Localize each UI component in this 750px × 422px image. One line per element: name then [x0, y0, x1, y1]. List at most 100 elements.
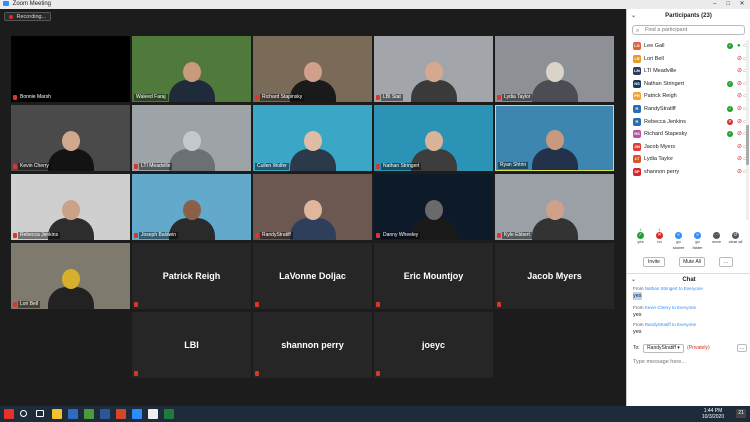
recording-indicator[interactable]: Recording...	[4, 12, 52, 21]
feedback-clear-all[interactable]: ↺ clear all	[728, 227, 743, 245]
mic-muted-icon[interactable]: ⊘	[737, 131, 742, 137]
chat-sender-name[interactable]: Kevin Cherry	[645, 305, 671, 310]
participant-row[interactable]: RRebecca Jenkins✕⊘▭	[627, 116, 750, 129]
body-shape	[168, 149, 215, 171]
mic-muted-icon	[134, 302, 138, 307]
video-tile[interactable]: Lori Bell	[11, 243, 130, 309]
participant-row[interactable]: LBLori Bell⊘▭	[627, 53, 750, 66]
head-shape	[303, 62, 322, 82]
video-tile[interactable]: Joseph Baldwin	[132, 174, 251, 240]
video-tile[interactable]: Rebecca Jenkins	[11, 174, 130, 240]
mic-muted-icon[interactable]: ⊘	[737, 56, 742, 62]
file-explorer-icon[interactable]	[52, 409, 62, 419]
chevron-down-icon[interactable]: ⌄	[631, 9, 636, 23]
video-tile[interactable]: Jacob Myers	[495, 243, 614, 309]
participant-row[interactable]: RSRichard Stapesky✓⊘▭	[627, 128, 750, 141]
mic-muted-icon[interactable]: ⊘	[737, 106, 742, 112]
windows-icon[interactable]	[4, 409, 14, 419]
feedback-yes[interactable]: 1 ✓ yes	[633, 227, 648, 245]
chat-more-button[interactable]: ...	[736, 344, 747, 352]
notification-count-badge[interactable]: 21	[736, 409, 746, 418]
mic-muted-icon[interactable]: ⊘	[737, 68, 742, 74]
participant-row[interactable]: SPshannon perry⊘▭	[627, 166, 750, 179]
chat-message-input[interactable]	[633, 356, 747, 368]
zoom-icon[interactable]	[132, 409, 142, 419]
participant-row[interactable]: RRandyStratiff✓⊘▭	[627, 103, 750, 116]
body-shape	[531, 218, 578, 240]
participant-search-input[interactable]: ⌕ Find a participant	[632, 25, 745, 35]
mic-muted-icon[interactable]: ⊘	[737, 119, 742, 125]
feedback-no[interactable]: 1 ✕ no	[652, 227, 667, 245]
video-tile[interactable]: shannon perry	[253, 312, 372, 378]
participant-name: Lydia Taylor	[644, 156, 674, 163]
mic-muted-icon	[376, 164, 380, 169]
video-tile[interactable]: Danny Wheeley	[374, 174, 493, 240]
taskbar-clock[interactable]: 1:44 PM 10/3/2020	[696, 408, 730, 420]
video-tile[interactable]: Eric Mountjoy	[374, 243, 493, 309]
chat-sender-name[interactable]: RandyStratiff	[645, 322, 671, 327]
maximize-button[interactable]: □	[722, 0, 734, 9]
mic-muted-icon	[255, 95, 259, 100]
tile-name-label: Lori Bell	[18, 301, 41, 308]
mic-muted-icon[interactable]: ⊘	[737, 81, 742, 87]
feedback-go-faster[interactable]: » go faster	[690, 227, 705, 251]
photos-icon[interactable]	[148, 409, 158, 419]
participant-row[interactable]: JMJacob Myers⊘▭	[627, 141, 750, 154]
word-icon[interactable]	[100, 409, 110, 419]
video-tile[interactable]: Kyle Ebbert	[495, 174, 614, 240]
no-x-icon: ✕	[727, 118, 733, 125]
video-tile[interactable]: Ryan Shtrin	[495, 105, 614, 171]
mic-on-icon[interactable]: ●	[737, 43, 741, 49]
mute-all-button[interactable]: Mute All	[679, 257, 705, 267]
video-tile[interactable]: LaVonne Doljac	[253, 243, 372, 309]
task-view-icon[interactable]	[36, 410, 44, 417]
feedback-go-slower[interactable]: «go slower	[671, 227, 686, 251]
video-tile[interactable]: Patrick Reigh	[132, 243, 251, 309]
mic-muted-icon[interactable]: ⊘	[737, 156, 742, 162]
minimize-button[interactable]: –	[709, 0, 721, 9]
video-tile[interactable]: LBI	[132, 312, 251, 378]
tile-name-label: Bonnie Marsh	[18, 94, 53, 101]
scrollbar-thumb[interactable]	[746, 125, 749, 165]
mic-muted-icon	[134, 371, 138, 376]
video-tile[interactable]: Lydia Taylor	[495, 36, 614, 102]
participant-row[interactable]: NSNathan Stringert✓⊘▭	[627, 78, 750, 91]
video-tile[interactable]: RandyStratiff	[253, 174, 372, 240]
video-tile[interactable]: LBI Stat	[374, 36, 493, 102]
participant-row[interactable]: LTLydia Taylor⊘▭	[627, 153, 750, 166]
video-tile[interactable]: Kevin Cherry	[11, 105, 130, 171]
avatar: R	[633, 117, 641, 126]
video-tile[interactable]: Bonnie Marsh	[11, 36, 130, 102]
participant-row[interactable]: LGLee Gall✓●▭	[627, 40, 750, 53]
chat-sender-name[interactable]: Nathan Stringert	[645, 286, 678, 291]
powerpoint-icon[interactable]	[116, 409, 126, 419]
close-button[interactable]: ✕	[736, 0, 748, 9]
feedback-icon: ⋯	[713, 232, 720, 239]
feedback-more[interactable]: ⋯ more	[709, 227, 724, 245]
mic-muted-icon[interactable]: ⊘	[737, 93, 742, 99]
mail-icon[interactable]	[68, 409, 78, 419]
chrome-icon[interactable]	[84, 409, 94, 419]
mic-muted-icon[interactable]: ⊘	[737, 144, 742, 150]
video-gallery: Recording... Bonnie Marsh Waleed Faraj Ric…	[0, 9, 626, 406]
video-tile[interactable]: joeyc	[374, 312, 493, 378]
chat-to-label: To:	[633, 345, 640, 351]
video-tile[interactable]: Cullen Wolfer	[253, 105, 372, 171]
invite-button[interactable]: Invite	[643, 257, 665, 267]
mic-muted-icon	[134, 233, 138, 238]
mic-muted-icon[interactable]: ⊘	[737, 169, 742, 175]
excel-icon[interactable]	[164, 409, 174, 419]
search-icon[interactable]	[20, 410, 27, 417]
body-shape	[531, 148, 578, 170]
participant-row[interactable]: PRPatrick Reigh⊘▭	[627, 90, 750, 103]
chat-recipient-select[interactable]: RandyStratiff ▾	[643, 344, 684, 353]
video-tile[interactable]: Richard Stapinsky	[253, 36, 372, 102]
head-shape	[303, 131, 322, 151]
participant-row[interactable]: LMLTI Meadville⊘▭	[627, 65, 750, 78]
video-tile[interactable]: Waleed Faraj	[132, 36, 251, 102]
participant-scrollbar[interactable]	[746, 40, 749, 220]
more-button[interactable]: ...	[719, 257, 733, 267]
video-tile[interactable]: Nathan Stringert	[374, 105, 493, 171]
video-tile[interactable]: LTI Meadville	[132, 105, 251, 171]
tile-name-label: Rebecca Jenkins	[18, 232, 61, 239]
